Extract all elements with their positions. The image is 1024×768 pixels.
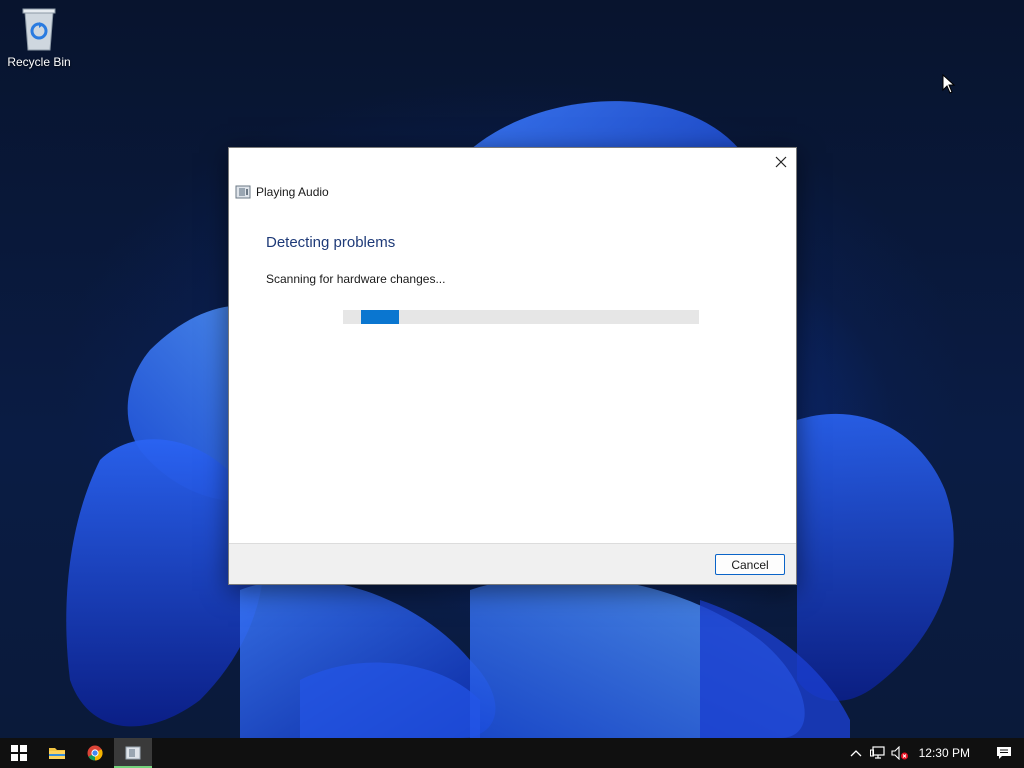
- windows-logo-icon: [11, 745, 27, 761]
- taskbar-file-explorer[interactable]: [38, 738, 76, 768]
- network-button[interactable]: [867, 738, 889, 768]
- notification-icon: [997, 747, 1011, 759]
- cancel-button[interactable]: Cancel: [715, 554, 785, 575]
- desktop-icon-recycle-bin[interactable]: Recycle Bin: [4, 6, 74, 69]
- close-button[interactable]: [766, 148, 796, 176]
- volume-button[interactable]: [889, 738, 911, 768]
- status-text: Scanning for hardware changes...: [266, 272, 446, 286]
- close-icon: [775, 156, 787, 168]
- troubleshooter-icon: [125, 746, 141, 760]
- folder-icon: [49, 748, 65, 759]
- progress-indicator: [361, 310, 399, 324]
- dialog-heading: Detecting problems: [266, 234, 396, 251]
- taskbar-clock[interactable]: 12:30 PM: [919, 746, 970, 760]
- taskbar-chrome[interactable]: [76, 738, 114, 768]
- mouse-cursor-icon: [942, 74, 956, 94]
- system-tray: 12:30 PM: [845, 738, 1024, 768]
- dialog-footer: Cancel: [229, 543, 796, 584]
- dialog-title-row: Playing Audio: [235, 184, 329, 200]
- start-button[interactable]: [0, 738, 38, 768]
- desktop: Recycle Bin Playing Audio Detecting prob…: [0, 0, 1024, 738]
- chrome-icon: [87, 745, 103, 761]
- taskbar-troubleshooter[interactable]: [114, 738, 152, 768]
- taskbar: 12:30 PM: [0, 738, 1024, 768]
- progress-bar: [343, 310, 699, 324]
- show-hidden-icons-button[interactable]: [845, 738, 867, 768]
- network-icon: [869, 746, 885, 759]
- dialog-title: Playing Audio: [256, 185, 329, 199]
- desktop-icon-label: Recycle Bin: [7, 55, 71, 69]
- volume-muted-icon: [891, 746, 908, 760]
- recycle-bin-icon: [22, 8, 56, 51]
- action-center-button[interactable]: [984, 738, 1024, 768]
- troubleshooter-dialog: Playing Audio Detecting problems Scannin…: [228, 147, 797, 585]
- chevron-up-icon: [850, 750, 862, 757]
- troubleshooter-icon: [235, 185, 251, 199]
